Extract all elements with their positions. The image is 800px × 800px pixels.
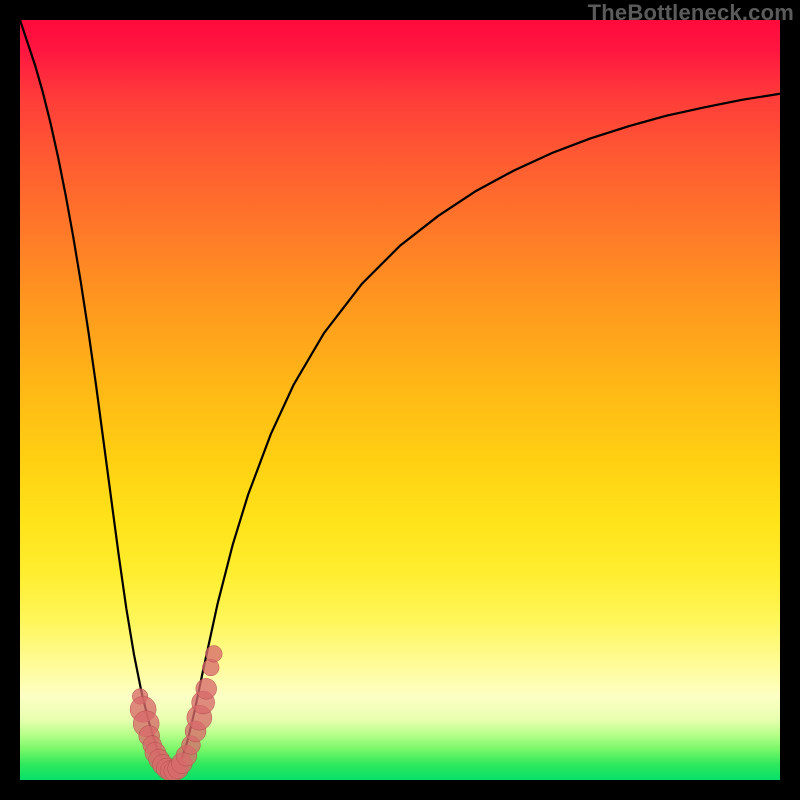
data-point	[196, 678, 217, 699]
bottleneck-curve	[20, 20, 780, 772]
data-points-group	[130, 646, 222, 780]
chart-svg	[20, 20, 780, 780]
frame: TheBottleneck.com	[0, 0, 800, 800]
plot-area	[20, 20, 780, 780]
watermark-text: TheBottleneck.com	[588, 0, 794, 26]
data-point	[205, 646, 222, 663]
